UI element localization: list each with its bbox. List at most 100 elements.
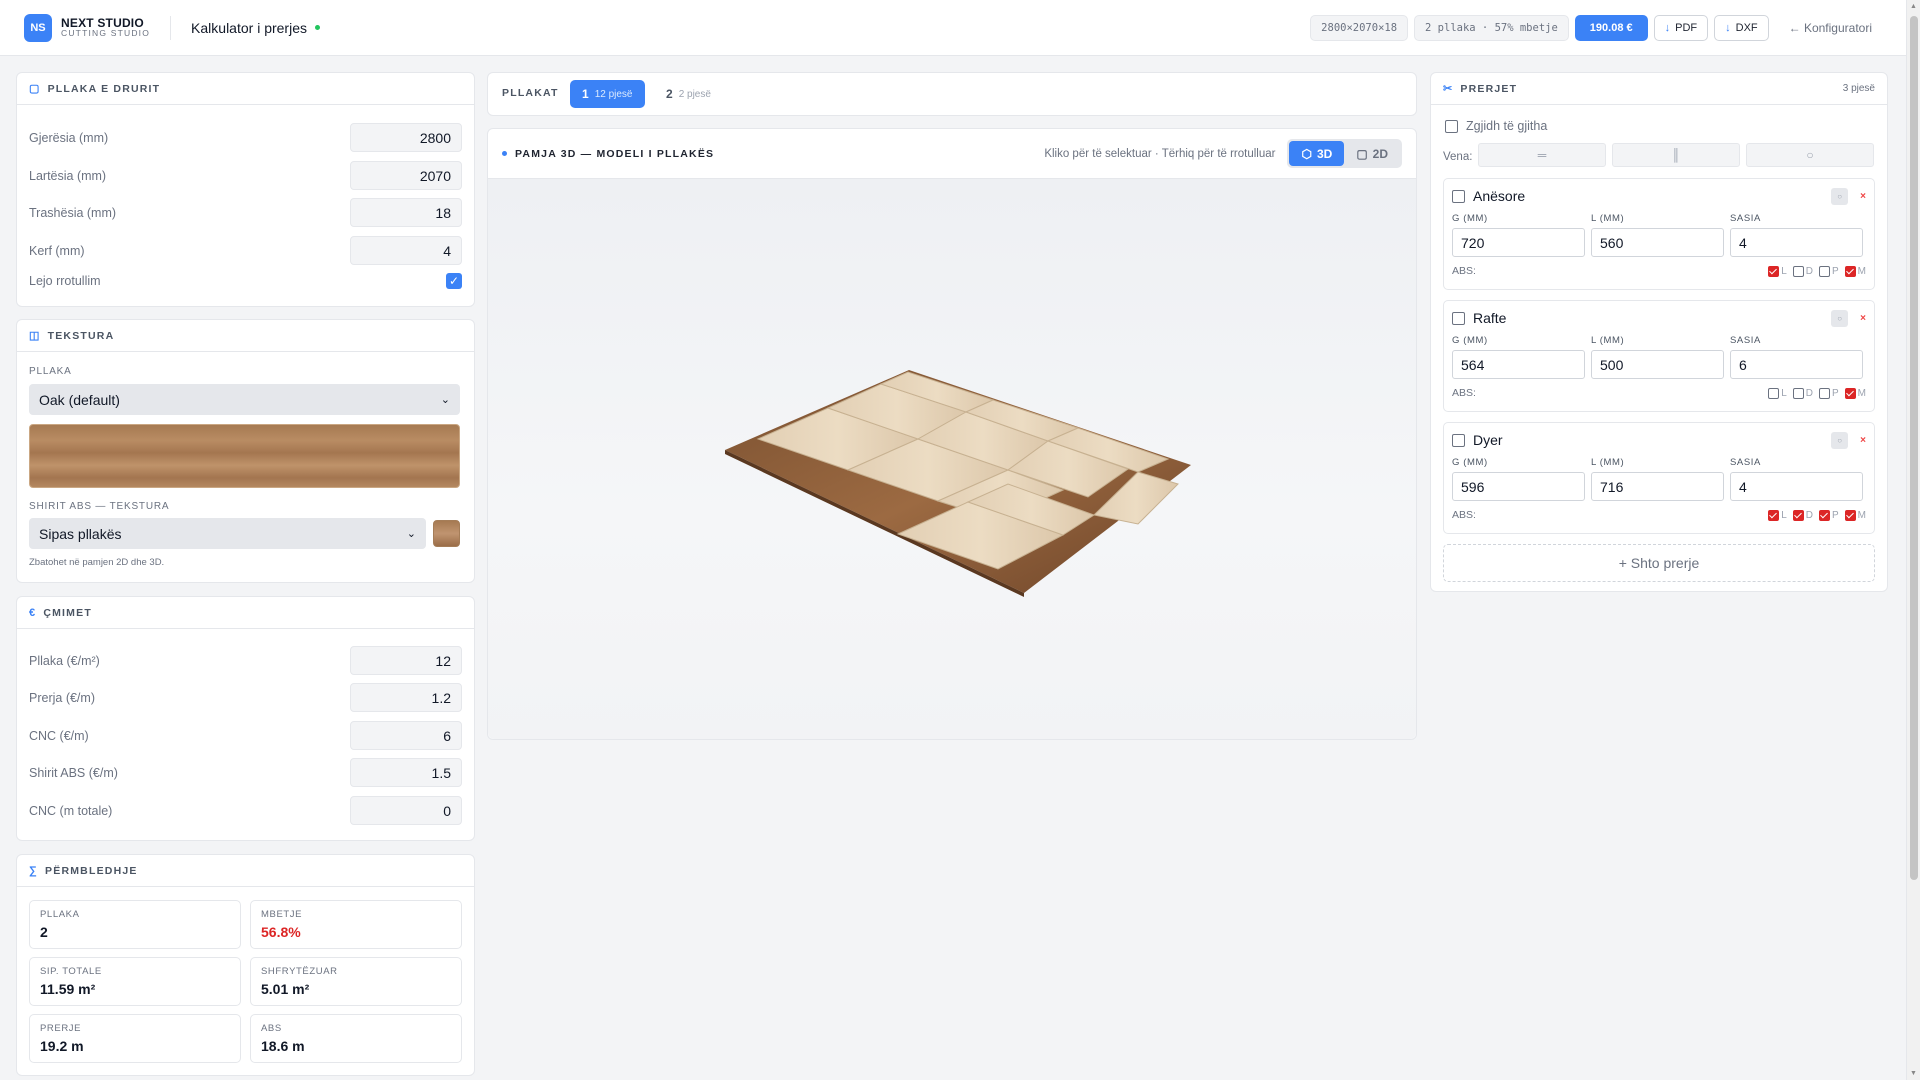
quantity-input[interactable]: 6 bbox=[1730, 350, 1863, 379]
euro-icon: € bbox=[29, 606, 37, 619]
cnc-total-input[interactable] bbox=[350, 796, 462, 825]
summary-card-title: PËRMBLEDHJE bbox=[45, 864, 138, 877]
rotate-icon[interactable]: ○ bbox=[1831, 309, 1849, 327]
cuts-card: ✂ PRERJET 3 pjesë Zgjidh të gjitha Vena:… bbox=[1430, 72, 1888, 592]
stat-abs: ABS 18.6 m bbox=[250, 1014, 462, 1063]
abs-flag-d[interactable]: D bbox=[1792, 265, 1813, 277]
length-input[interactable]: 560 bbox=[1591, 228, 1724, 257]
cut-fields: G (MM) 720 L (MM) 560 SASIA 4 bbox=[1444, 213, 1874, 257]
thickness-input[interactable] bbox=[350, 198, 462, 227]
scroll-down-icon[interactable]: ▼ bbox=[1910, 1070, 1917, 1077]
length-input[interactable]: 500 bbox=[1591, 350, 1724, 379]
field-label: Kerf (mm) bbox=[29, 243, 85, 258]
top-bar: NS NEXT STUDIO CUTTING STUDIO Kalkulator… bbox=[0, 0, 1906, 56]
cut-item-anesore: Anësore ○ × G (MM) 720 L (MM) 560 SASIA 4 A… bbox=[1443, 178, 1875, 290]
abs-texture-label: SHIRIT ABS — TEKSTURA bbox=[29, 501, 170, 512]
abs-texture-select[interactable]: Sipas pllakës ⌄ bbox=[29, 518, 426, 549]
cut-checkbox[interactable] bbox=[1452, 433, 1465, 447]
field-kerf: Kerf (mm) bbox=[29, 236, 462, 265]
abs-flag-m[interactable]: M bbox=[1844, 387, 1866, 399]
scrollbar-thumb[interactable] bbox=[1910, 16, 1918, 880]
height-input[interactable] bbox=[350, 161, 462, 190]
field-label: Pllaka (€/m²) bbox=[29, 653, 100, 668]
field-label: Lartësia (mm) bbox=[29, 168, 107, 183]
app-title: Kalkulator i prerjes bbox=[191, 19, 307, 36]
kerf-input[interactable] bbox=[350, 236, 462, 265]
pdf-button[interactable]: ↓ PDF bbox=[1653, 14, 1709, 41]
view-panel: PAMJA 3D — MODELI I PLLAKËS Kliko për të… bbox=[487, 128, 1417, 740]
rotate-icon[interactable]: ○ bbox=[1831, 431, 1849, 449]
price-cut-input[interactable] bbox=[350, 683, 462, 712]
price-board-input[interactable] bbox=[350, 646, 462, 675]
rotate-checkbox[interactable]: ✓ bbox=[446, 273, 462, 289]
stat-total-area: SIP. TOTALE 11.59 m² bbox=[29, 957, 241, 1006]
stat-value: 11.59 m² bbox=[40, 981, 96, 997]
abs-flag-l[interactable]: L bbox=[1768, 509, 1787, 521]
abs-flag-l[interactable]: L bbox=[1768, 387, 1787, 399]
field-label: CNC (m totale) bbox=[29, 803, 113, 818]
width-input[interactable]: 564 bbox=[1452, 350, 1585, 379]
abs-flag-m[interactable]: M bbox=[1844, 265, 1866, 277]
summary-card-header: ∑ PËRMBLEDHJE bbox=[17, 855, 474, 887]
abs-flag-l[interactable]: L bbox=[1768, 265, 1787, 277]
cuts-count: 3 pjesë bbox=[1842, 83, 1875, 94]
stat-sheets: PLLAKA 2 bbox=[29, 900, 241, 949]
field-label: CNC (€/m) bbox=[29, 728, 89, 743]
abs-flag-p[interactable]: P bbox=[1818, 387, 1839, 399]
sheet-tab-2[interactable]: 2 2 pjesë bbox=[654, 80, 723, 108]
abs-flag-m[interactable]: M bbox=[1844, 509, 1866, 521]
scroll-up-icon[interactable]: ▲ bbox=[1910, 3, 1917, 10]
tab-count: 12 pjesë bbox=[594, 88, 633, 100]
abs-flag-p[interactable]: P bbox=[1818, 265, 1839, 277]
cut-checkbox[interactable] bbox=[1452, 189, 1465, 203]
abs-flag-p[interactable]: P bbox=[1818, 509, 1839, 521]
delete-icon[interactable]: × bbox=[1860, 313, 1866, 324]
cuts-card-header: ✂ PRERJET 3 pjesë bbox=[1431, 73, 1887, 105]
price-abs-input[interactable] bbox=[350, 758, 462, 787]
abs-flag-d[interactable]: D bbox=[1792, 387, 1813, 399]
col-label: L (MM) bbox=[1591, 457, 1625, 468]
sheets-info-badge: 2 pllaka · 57% mbetje bbox=[1414, 14, 1569, 41]
vena-horizontal[interactable]: ═ bbox=[1478, 143, 1606, 167]
logo: NS bbox=[24, 13, 52, 42]
3d-board-model[interactable] bbox=[488, 179, 1416, 739]
abs-label: ABS: bbox=[1452, 387, 1476, 399]
cut-name: Dyer bbox=[1473, 432, 1503, 448]
quantity-input[interactable]: 4 bbox=[1730, 472, 1863, 501]
select-all-label: Zgjidh të gjitha bbox=[1466, 119, 1548, 133]
cut-name: Rafte bbox=[1473, 310, 1507, 326]
mode-3d-button[interactable]: ⬡ 3D bbox=[1289, 141, 1345, 166]
sheet-tab-1[interactable]: 1 12 pjesë bbox=[570, 80, 645, 108]
abs-row: ABS: L D P M bbox=[1444, 379, 1874, 399]
cut-fields: G (MM) 564 L (MM) 500 SASIA 6 bbox=[1444, 335, 1874, 379]
mode-2d-label: 2D bbox=[1372, 146, 1388, 161]
rotate-icon[interactable]: ○ bbox=[1831, 187, 1849, 205]
abs-flag-d[interactable]: D bbox=[1792, 509, 1813, 521]
length-input[interactable]: 716 bbox=[1591, 472, 1724, 501]
select-all-checkbox[interactable] bbox=[1445, 119, 1458, 133]
col-label: G (MM) bbox=[1452, 213, 1488, 224]
abs-color-swatch[interactable] bbox=[433, 520, 460, 547]
vena-vertical[interactable]: ║ bbox=[1612, 143, 1740, 167]
3d-canvas[interactable] bbox=[488, 179, 1416, 739]
delete-icon[interactable]: × bbox=[1860, 435, 1866, 446]
width-input[interactable]: 596 bbox=[1452, 472, 1585, 501]
mode-2d-button[interactable]: ▢ 2D bbox=[1344, 141, 1400, 166]
dxf-button[interactable]: ↓ DXF bbox=[1714, 14, 1769, 41]
tab-count: 2 pjesë bbox=[678, 88, 711, 100]
width-input[interactable] bbox=[350, 123, 462, 152]
mode-3d-label: 3D bbox=[1316, 146, 1333, 161]
stat-value: 18.6 m bbox=[261, 1038, 305, 1054]
quantity-input[interactable]: 4 bbox=[1730, 228, 1863, 257]
vena-none[interactable]: ○ bbox=[1746, 143, 1874, 167]
page-scrollbar[interactable]: ▲ ▼ bbox=[1906, 0, 1920, 1080]
tab-number: 1 bbox=[582, 87, 589, 101]
cut-checkbox[interactable] bbox=[1452, 311, 1465, 325]
width-input[interactable]: 720 bbox=[1452, 228, 1585, 257]
delete-icon[interactable]: × bbox=[1860, 191, 1866, 202]
board-texture-select[interactable]: Oak (default) ⌄ bbox=[29, 384, 460, 415]
add-cut-button[interactable]: + Shto prerje bbox=[1443, 544, 1875, 582]
back-link[interactable]: ← Konfiguratori bbox=[1789, 21, 1872, 35]
price-cnc-input[interactable] bbox=[350, 721, 462, 750]
chevron-down-icon: ⌄ bbox=[406, 528, 416, 540]
